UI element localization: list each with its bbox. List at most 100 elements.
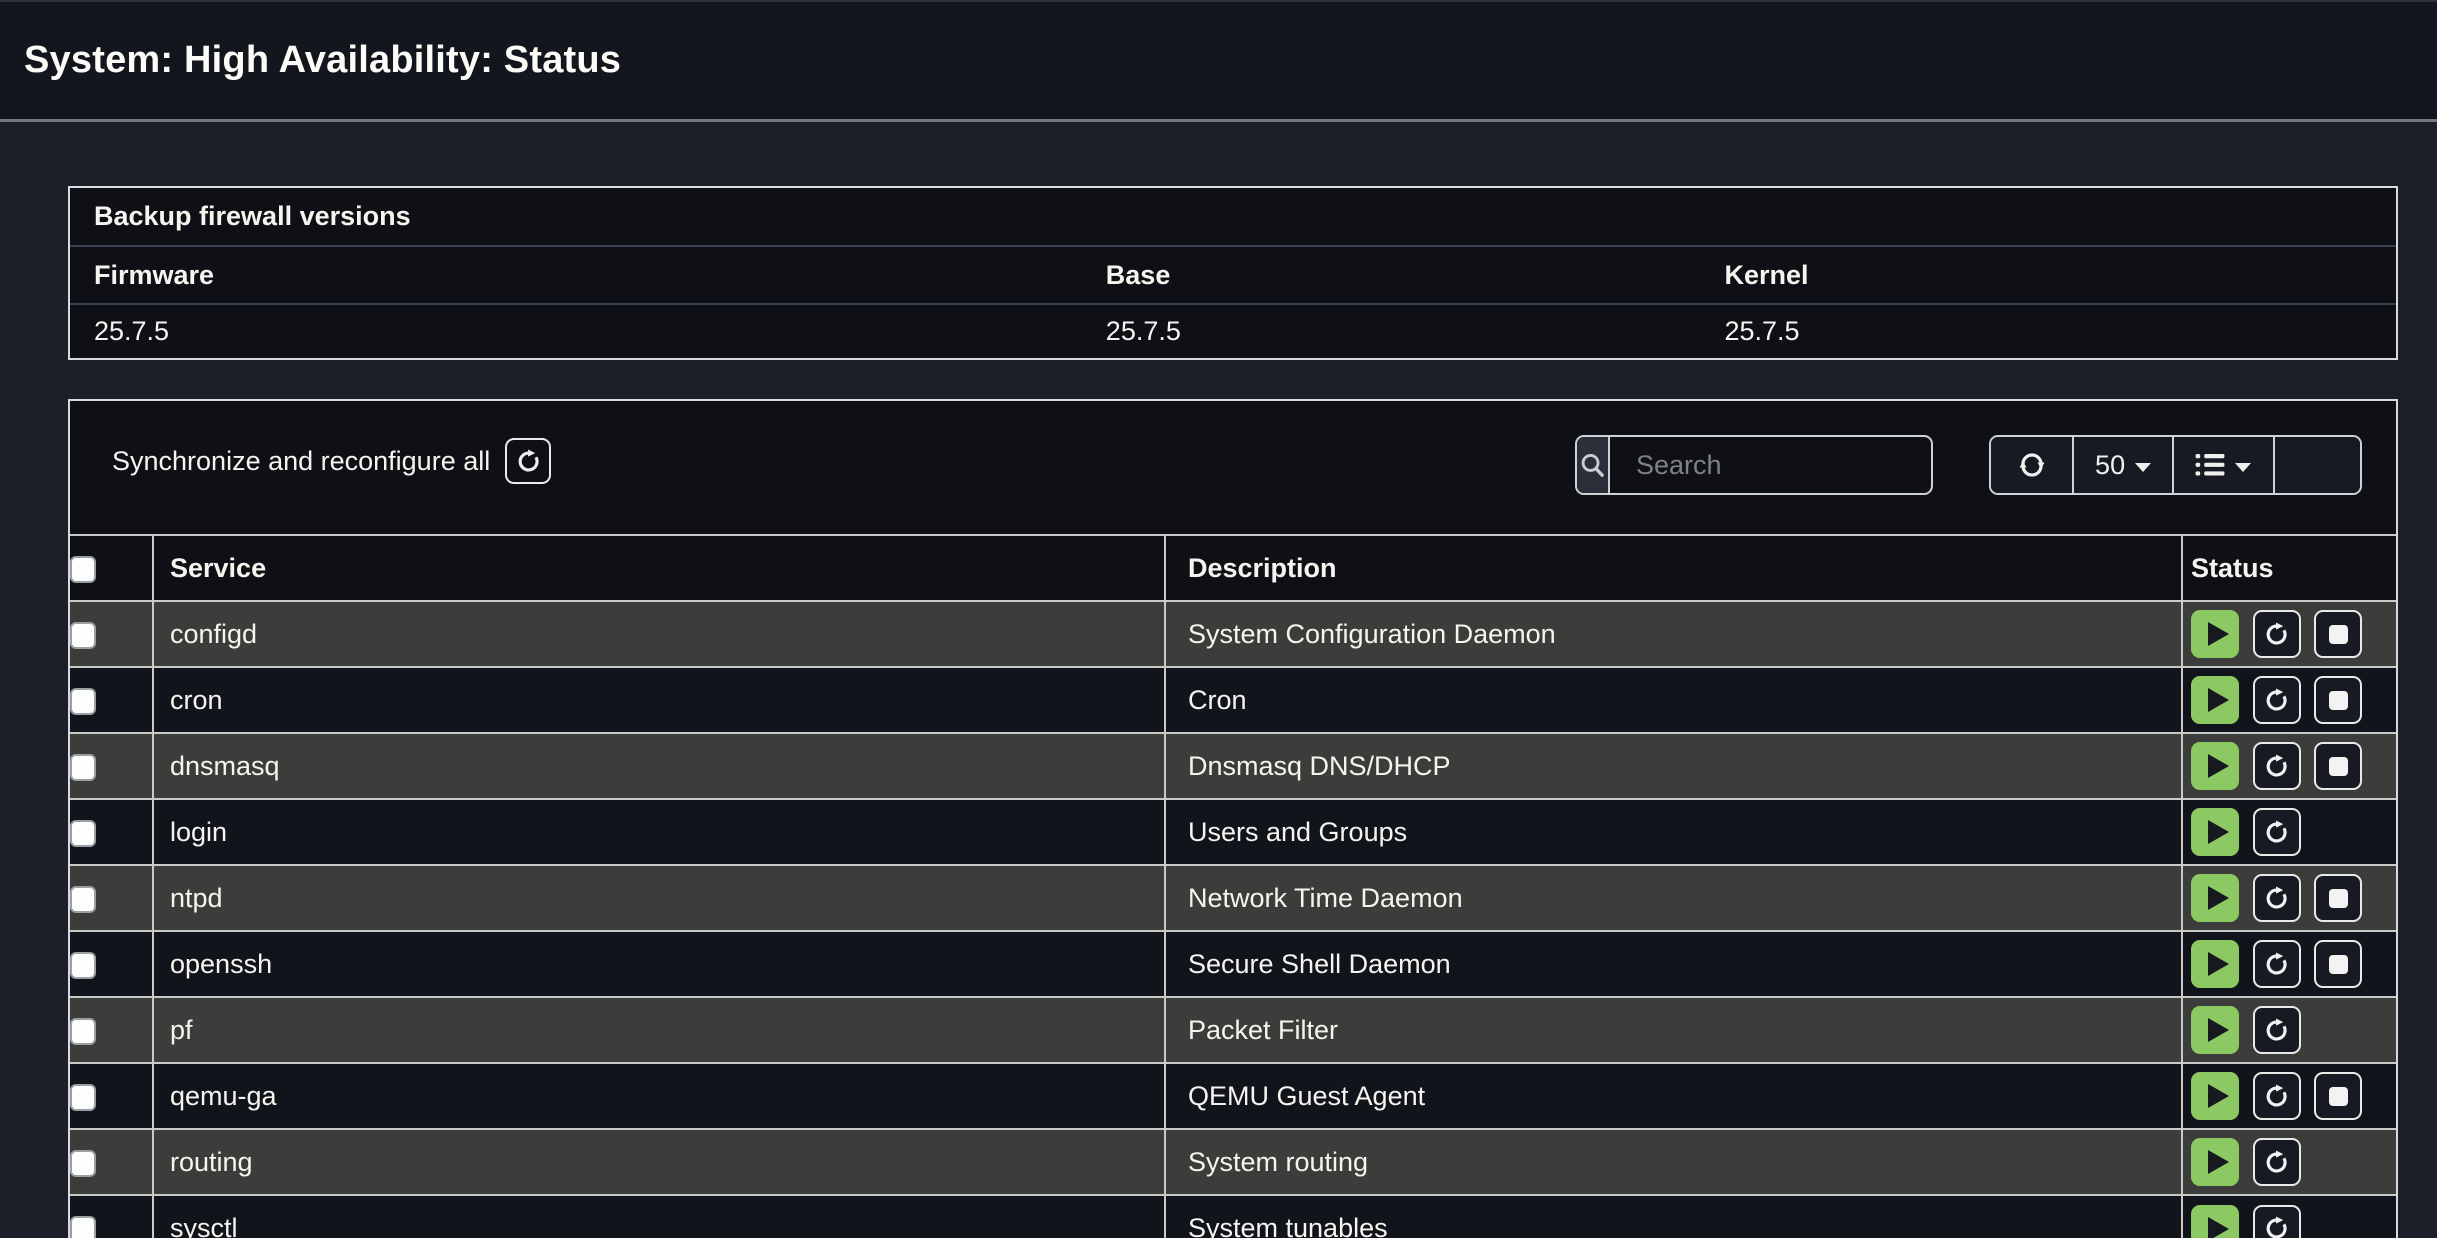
- service-status-cell: [2182, 799, 2396, 865]
- services-toolbar: Synchronize and reconfigure all: [70, 401, 2396, 534]
- restart-service-button[interactable]: [2253, 1138, 2301, 1186]
- start-service-button[interactable]: [2191, 1138, 2239, 1186]
- service-status-cell: [2182, 1063, 2396, 1129]
- play-icon: [2208, 1150, 2229, 1174]
- service-status-cell: [2182, 931, 2396, 997]
- service-description: Packet Filter: [1165, 997, 2182, 1063]
- page-title: System: High Availability: Status: [24, 39, 621, 82]
- stop-icon: [2329, 625, 2348, 644]
- service-status-cell: [2182, 1129, 2396, 1195]
- services-panel: Synchronize and reconfigure all: [68, 399, 2398, 1238]
- grid-refresh-button[interactable]: [1991, 437, 2072, 493]
- versions-col-firmware: Firmware: [70, 260, 1082, 291]
- column-chooser-dropdown[interactable]: [2172, 437, 2273, 493]
- row-checkbox[interactable]: [70, 1084, 96, 1111]
- page-header: System: High Availability: Status: [0, 0, 2437, 122]
- service-name: qemu-ga: [153, 1063, 1165, 1129]
- start-service-button[interactable]: [2191, 808, 2239, 856]
- service-description: Users and Groups: [1165, 799, 2182, 865]
- start-service-button[interactable]: [2191, 940, 2239, 988]
- stop-service-button[interactable]: [2314, 610, 2362, 658]
- services-header-row: Service Description Status: [70, 535, 2396, 601]
- row-checkbox[interactable]: [70, 1150, 96, 1177]
- refresh-icon: [2017, 450, 2047, 480]
- start-service-button[interactable]: [2191, 742, 2239, 790]
- start-service-button[interactable]: [2191, 874, 2239, 922]
- service-name: dnsmasq: [153, 733, 1165, 799]
- restart-service-button[interactable]: [2253, 610, 2301, 658]
- restart-icon: [2263, 819, 2290, 846]
- stop-service-button[interactable]: [2314, 874, 2362, 922]
- row-select-cell: [70, 931, 153, 997]
- page-size-value: 50: [2095, 450, 2125, 481]
- sync-all-button[interactable]: [505, 438, 551, 484]
- stop-service-button[interactable]: [2314, 676, 2362, 724]
- row-select-cell: [70, 865, 153, 931]
- row-select-cell: [70, 1129, 153, 1195]
- restart-service-button[interactable]: [2253, 1205, 2301, 1238]
- restart-icon: [2263, 687, 2290, 714]
- row-checkbox[interactable]: [70, 1018, 96, 1045]
- stop-service-button[interactable]: [2314, 1072, 2362, 1120]
- versions-value-row: 25.7.5 25.7.5 25.7.5: [70, 305, 2396, 358]
- row-checkbox[interactable]: [70, 952, 96, 979]
- row-checkbox[interactable]: [70, 820, 96, 847]
- service-name: configd: [153, 601, 1165, 667]
- service-name: routing: [153, 1129, 1165, 1195]
- stop-icon: [2329, 691, 2348, 710]
- table-row: pf Packet Filter: [70, 997, 2396, 1063]
- play-icon: [2208, 1084, 2229, 1108]
- row-checkbox[interactable]: [70, 1216, 96, 1238]
- search-input[interactable]: [1610, 437, 1933, 493]
- service-description: Network Time Daemon: [1165, 865, 2182, 931]
- restart-service-button[interactable]: [2253, 874, 2301, 922]
- row-select-cell: [70, 667, 153, 733]
- column-header-status: Status: [2182, 535, 2396, 601]
- restart-service-button[interactable]: [2253, 742, 2301, 790]
- caret-down-icon: [2235, 463, 2251, 472]
- restart-service-button[interactable]: [2253, 808, 2301, 856]
- caret-down-icon: [2135, 463, 2151, 472]
- sync-all-label: Synchronize and reconfigure all: [112, 446, 490, 477]
- start-service-button[interactable]: [2191, 1072, 2239, 1120]
- restart-icon: [2263, 1149, 2290, 1176]
- start-service-button[interactable]: [2191, 1006, 2239, 1054]
- restart-icon: [2263, 885, 2290, 912]
- play-icon: [2208, 622, 2229, 646]
- service-description: System Configuration Daemon: [1165, 601, 2182, 667]
- list-icon: [2195, 450, 2225, 480]
- search-addon: [1577, 437, 1610, 493]
- table-row: dnsmasq Dnsmasq DNS/DHCP: [70, 733, 2396, 799]
- row-checkbox[interactable]: [70, 688, 96, 715]
- service-description: System routing: [1165, 1129, 2182, 1195]
- service-name: ntpd: [153, 865, 1165, 931]
- play-icon: [2208, 886, 2229, 910]
- search-icon: [1577, 450, 1608, 481]
- stop-service-button[interactable]: [2314, 742, 2362, 790]
- row-checkbox[interactable]: [70, 622, 96, 649]
- services-table-body: configd System Configuration Daemon cron…: [70, 601, 2396, 1238]
- restart-icon: [2263, 1215, 2290, 1238]
- row-checkbox[interactable]: [70, 886, 96, 913]
- column-header-description[interactable]: Description: [1165, 535, 2182, 601]
- restart-service-button[interactable]: [2253, 676, 2301, 724]
- row-checkbox[interactable]: [70, 754, 96, 781]
- kernel-version: 25.7.5: [1701, 316, 2396, 347]
- restart-service-button[interactable]: [2253, 1072, 2301, 1120]
- play-icon: [2208, 952, 2229, 976]
- select-all-checkbox[interactable]: [70, 556, 96, 583]
- service-status-cell: [2182, 997, 2396, 1063]
- stop-service-button[interactable]: [2314, 940, 2362, 988]
- column-header-service[interactable]: Service: [153, 535, 1165, 601]
- service-description: Cron: [1165, 667, 2182, 733]
- page-size-dropdown[interactable]: 50: [2072, 437, 2172, 493]
- restart-service-button[interactable]: [2253, 1006, 2301, 1054]
- start-service-button[interactable]: [2191, 1205, 2239, 1238]
- start-service-button[interactable]: [2191, 610, 2239, 658]
- versions-col-kernel: Kernel: [1701, 260, 2396, 291]
- start-service-button[interactable]: [2191, 676, 2239, 724]
- service-status-cell: [2182, 667, 2396, 733]
- stop-icon: [2329, 1087, 2348, 1106]
- row-select-cell: [70, 997, 153, 1063]
- restart-service-button[interactable]: [2253, 940, 2301, 988]
